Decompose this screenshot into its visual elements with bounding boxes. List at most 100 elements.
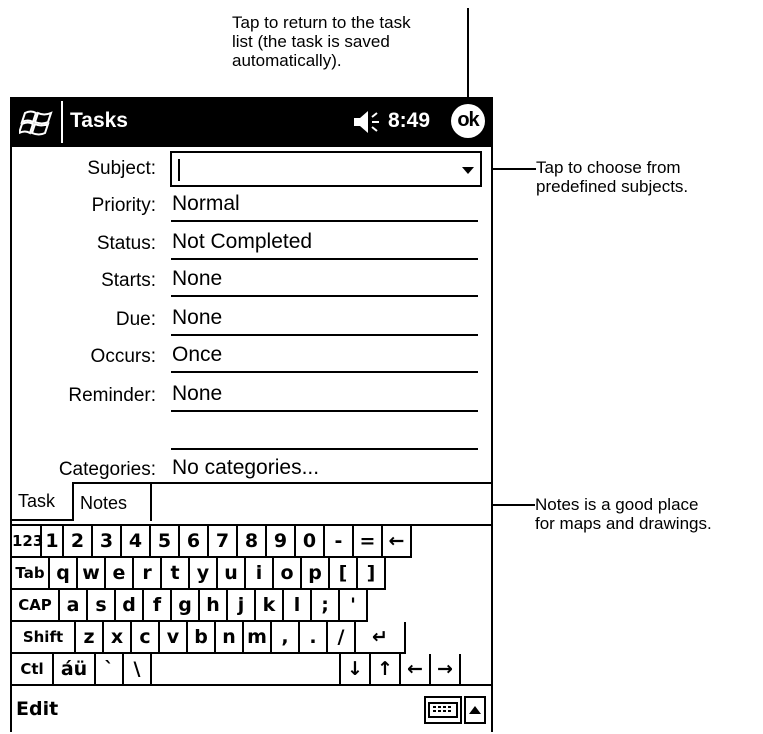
key-1-7[interactable]: u [218, 558, 246, 590]
key-2-1[interactable]: a [60, 590, 88, 622]
due-underline [171, 334, 478, 336]
key-2-7[interactable]: j [228, 590, 256, 622]
key-2-6[interactable]: h [200, 590, 228, 622]
input-selector-arrow-icon[interactable] [464, 696, 486, 724]
key-3-2[interactable]: x [104, 622, 132, 654]
key-1-5[interactable]: t [162, 558, 190, 590]
key-3-7[interactable]: m [244, 622, 272, 654]
key-4-1[interactable]: áü [54, 654, 96, 686]
key-3-9[interactable]: . [300, 622, 328, 654]
due-row[interactable]: Due: None [12, 300, 491, 338]
key-2-0[interactable]: CAP [12, 590, 60, 622]
priority-row[interactable]: Priority: Normal [12, 186, 491, 224]
categories-label: Categories: [58, 459, 156, 480]
key-4-5[interactable]: ↓ [341, 654, 371, 686]
reminder-label: Reminder: [68, 385, 156, 406]
key-0-3[interactable]: 3 [93, 526, 122, 558]
key-0-1[interactable]: 1 [42, 526, 64, 558]
soft-keyboard: 123 1 2 3 4 5 6 7 8 9 0- = ← Tab q w e r t y u i o p[] CAP a s d f g h… [12, 524, 491, 686]
speaker-icon[interactable] [352, 109, 384, 135]
key-3-0[interactable]: Shift [12, 622, 76, 654]
key-space[interactable] [152, 654, 341, 686]
key-0-13[interactable]: ← [383, 526, 412, 558]
subject-label: Subject: [87, 158, 156, 179]
subject-dropdown[interactable] [170, 151, 482, 187]
key-2-9[interactable]: l [284, 590, 312, 622]
key-1-4[interactable]: r [134, 558, 162, 590]
key-2-10[interactable]: ; [312, 590, 340, 622]
key-1-10[interactable]: p [302, 558, 330, 590]
key-1-12[interactable]: ] [358, 558, 386, 590]
key-0-8[interactable]: 8 [238, 526, 267, 558]
starts-value[interactable]: None [172, 267, 222, 291]
key-2-5[interactable]: g [172, 590, 200, 622]
app-title: Tasks [70, 109, 128, 132]
key-1-2[interactable]: w [78, 558, 106, 590]
edit-menu[interactable]: Edit [16, 698, 58, 720]
key-1-9[interactable]: o [274, 558, 302, 590]
priority-underline [171, 220, 478, 222]
key-4-6[interactable]: ↑ [371, 654, 401, 686]
key-0-5[interactable]: 5 [151, 526, 180, 558]
due-value[interactable]: None [172, 306, 222, 330]
ok-button[interactable]: ok [451, 104, 485, 138]
key-4-3[interactable]: \ [124, 654, 152, 686]
status-value[interactable]: Not Completed [172, 230, 312, 254]
categories-value[interactable]: No categories... [172, 456, 319, 480]
priority-value[interactable]: Normal [172, 192, 240, 216]
key-3-3[interactable]: c [132, 622, 160, 654]
key-2-2[interactable]: s [88, 590, 116, 622]
status-row[interactable]: Status: Not Completed [12, 224, 491, 262]
key-2-8[interactable]: k [256, 590, 284, 622]
due-label: Due: [115, 309, 156, 330]
start-menu-icon[interactable] [19, 109, 55, 137]
clock[interactable]: 8:49 [388, 109, 430, 133]
ok-callout: Tap to return to the task list (the task… [232, 13, 411, 70]
status-underline [171, 258, 478, 260]
title-bar: Tasks 8:49 ok [12, 97, 491, 147]
keyboard-glyph [428, 702, 458, 718]
key-2-3[interactable]: d [116, 590, 144, 622]
key-1-1[interactable]: q [50, 558, 78, 590]
chevron-down-icon[interactable] [462, 167, 474, 174]
occurs-row[interactable]: Occurs: Once [12, 337, 491, 375]
tab-notes[interactable]: Notes [74, 482, 152, 521]
key-4-0[interactable]: Ctl [12, 654, 54, 686]
subject-callout-line2: predefined subjects. [536, 177, 689, 196]
keyboard-icon[interactable] [424, 696, 462, 724]
key-0-10[interactable]: 0 [296, 526, 325, 558]
key-0-4[interactable]: 4 [122, 526, 151, 558]
key-3-5[interactable]: b [188, 622, 216, 654]
key-0-11[interactable]: - [325, 526, 354, 558]
blank-row[interactable] [12, 414, 491, 452]
key-3-6[interactable]: n [216, 622, 244, 654]
reminder-underline [171, 410, 478, 412]
key-0-6[interactable]: 6 [180, 526, 209, 558]
key-0-9[interactable]: 9 [267, 526, 296, 558]
key-4-2[interactable]: ` [96, 654, 124, 686]
key-1-8[interactable]: i [246, 558, 274, 590]
tab-task[interactable]: Task [12, 482, 74, 521]
key-0-0[interactable]: 123 [12, 526, 43, 558]
key-2-4[interactable]: f [144, 590, 172, 622]
key-4-7[interactable]: ← [401, 654, 431, 686]
key-1-0[interactable]: Tab [12, 558, 50, 590]
key-1-6[interactable]: y [190, 558, 218, 590]
reminder-row[interactable]: Reminder: None [12, 376, 491, 414]
key-3-1[interactable]: z [76, 622, 104, 654]
key-3-4[interactable]: v [160, 622, 188, 654]
key-0-7[interactable]: 7 [209, 526, 238, 558]
starts-row[interactable]: Starts: None [12, 261, 491, 299]
occurs-value[interactable]: Once [172, 343, 222, 367]
key-1-3[interactable]: e [106, 558, 134, 590]
key-3-10[interactable]: / [328, 622, 356, 654]
key-0-2[interactable]: 2 [64, 526, 93, 558]
key-2-11[interactable]: ' [340, 590, 368, 622]
key-1-11[interactable]: [ [330, 558, 358, 590]
key-3-8[interactable]: , [272, 622, 300, 654]
reminder-value[interactable]: None [172, 382, 222, 406]
key-0-12[interactable]: = [354, 526, 383, 558]
key-3-11[interactable]: ↵ [356, 622, 406, 654]
subject-callout: Tap to choose from predefined subjects. [536, 158, 688, 196]
key-4-8[interactable]: → [431, 654, 461, 686]
